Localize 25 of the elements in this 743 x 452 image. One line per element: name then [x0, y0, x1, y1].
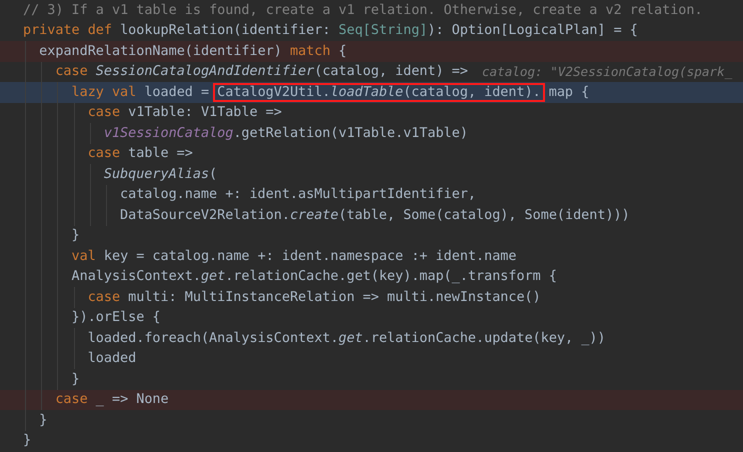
code-text: }: [39, 412, 48, 428]
code-text: case table =>: [88, 146, 193, 162]
code-text: case v1Table: V1Table =>: [88, 105, 282, 120]
code-text: }: [72, 228, 80, 244]
code-text: SubqueryAlias(: [104, 166, 218, 182]
code-text: case SessionCatalogAndIdentifier(catalog, ident) =>: [55, 64, 468, 80]
highlight-box: CatalogV2Util.loadTable(catalog, ident).: [213, 82, 545, 102]
code-text: AnalysisContext.get.relationCache.get(key).map(_.transform {: [72, 269, 557, 284]
code-text: DataSourceV2Relation.create(table, Some(catalog), Some(ident))): [120, 208, 630, 223]
code-text: // 3) If a v1 table is found, create a v1 relation. Otherwise, create a v2 relation.: [23, 2, 703, 18]
code-text: case multi: MultiInstanceRelation => multi.newInstance(): [88, 290, 541, 305]
code-text: v1SessionCatalog.getRelation(v1Table.v1Table): [104, 126, 468, 141]
code-text: catalog.name +: ident.asMultipartIdentifier,: [120, 187, 476, 202]
code-text: private def lookupRelation(identifier: Seq[String]): Option[LogicalPlan] = {: [23, 23, 638, 38]
code-text: loaded.foreach(AnalysisContext.get.relationCache.update(key, _)): [88, 330, 606, 346]
code-text: }: [72, 372, 80, 387]
code-text: expandRelationName(identifier) match {: [39, 44, 347, 59]
code-text: }).orElse {: [72, 310, 161, 326]
code-text: }: [23, 433, 32, 448]
code-text: map {: [548, 84, 590, 100]
code-text: case _ => None: [55, 392, 169, 408]
code-text: loaded: [88, 351, 136, 366]
code-text: lazy val loaded =: [72, 84, 210, 100]
inlay-hint: catalog: "V2SessionCatalog(spark_: [482, 64, 732, 80]
code-text: val key = catalog.name +: ident.namespace :+ ident.name: [72, 248, 516, 264]
